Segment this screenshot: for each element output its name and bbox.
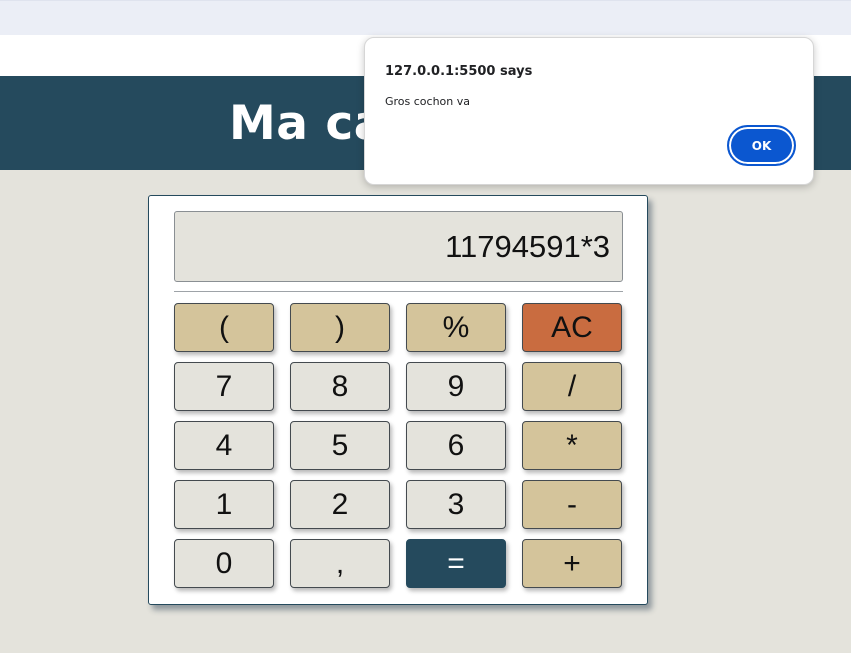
percent-button[interactable]: % bbox=[406, 303, 506, 352]
digit-0-button[interactable]: 0 bbox=[174, 539, 274, 588]
clear-button[interactable]: AC bbox=[522, 303, 622, 352]
digit-5-button[interactable]: 5 bbox=[290, 421, 390, 470]
digit-6-button[interactable]: 6 bbox=[406, 421, 506, 470]
open-paren-button[interactable]: ( bbox=[174, 303, 274, 352]
divide-button[interactable]: / bbox=[522, 362, 622, 411]
digit-4-button[interactable]: 4 bbox=[174, 421, 274, 470]
digit-7-button[interactable]: 7 bbox=[174, 362, 274, 411]
display-divider bbox=[174, 291, 623, 292]
equals-button[interactable]: = bbox=[406, 539, 506, 588]
digit-8-button[interactable]: 8 bbox=[290, 362, 390, 411]
digit-1-button[interactable]: 1 bbox=[174, 480, 274, 529]
alert-dialog: 127.0.0.1:5500 says Gros cochon va OK bbox=[364, 37, 814, 185]
minus-button[interactable]: - bbox=[522, 480, 622, 529]
plus-button[interactable]: + bbox=[522, 539, 622, 588]
digit-2-button[interactable]: 2 bbox=[290, 480, 390, 529]
calculator: 11794591*3 ( ) % AC 7 8 9 / 4 5 6 * 1 2 … bbox=[148, 195, 648, 605]
browser-top-strip bbox=[0, 0, 851, 35]
close-paren-button[interactable]: ) bbox=[290, 303, 390, 352]
alert-ok-button[interactable]: OK bbox=[727, 125, 796, 166]
digit-9-button[interactable]: 9 bbox=[406, 362, 506, 411]
alert-message: Gros cochon va bbox=[385, 95, 471, 108]
multiply-button[interactable]: * bbox=[522, 421, 622, 470]
comma-button[interactable]: , bbox=[290, 539, 390, 588]
digit-3-button[interactable]: 3 bbox=[406, 480, 506, 529]
alert-origin: 127.0.0.1:5500 says bbox=[385, 64, 533, 79]
page-title: Ma ca bbox=[229, 96, 386, 151]
calculator-display: 11794591*3 bbox=[174, 211, 623, 282]
